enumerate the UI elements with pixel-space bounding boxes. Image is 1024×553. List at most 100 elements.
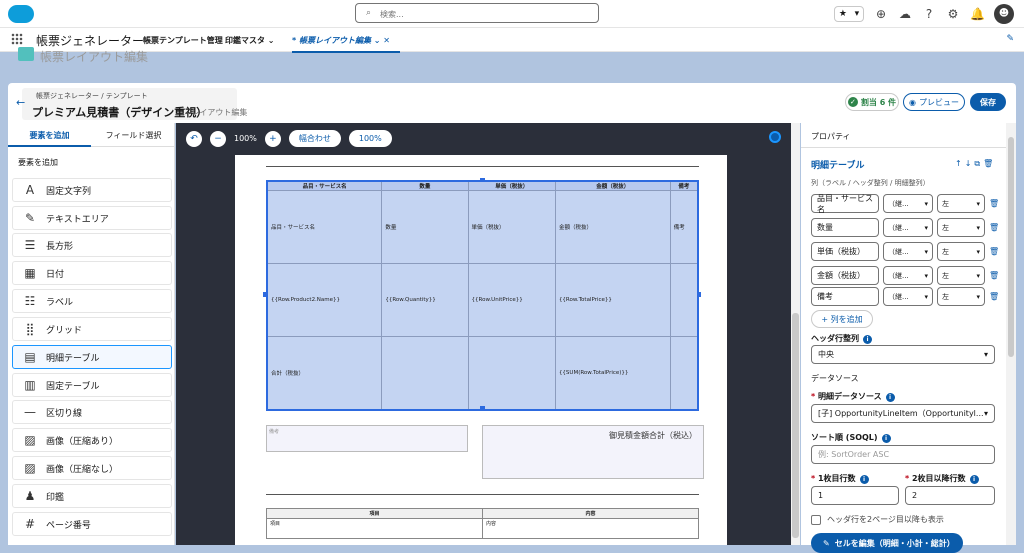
chevron-down-icon[interactable]: ⌄ bbox=[374, 36, 381, 45]
detail-table[interactable]: 品目・サービス名 数量 単価（税抜） 金額（税抜） 備考 品目・サービス名 数量… bbox=[266, 180, 699, 411]
table-cell[interactable]: 数量 bbox=[381, 190, 469, 264]
table-header-cell[interactable]: 内容 bbox=[482, 508, 699, 519]
header-align-select[interactable]: （継... ▾ bbox=[883, 194, 933, 213]
reset-zoom-button[interactable]: 100% bbox=[348, 130, 392, 147]
table-cell[interactable] bbox=[467, 336, 556, 410]
help-icon[interactable]: ? bbox=[922, 7, 936, 21]
cloud-icon[interactable]: ☁ bbox=[898, 7, 912, 21]
fit-width-button[interactable]: 幅合わせ bbox=[288, 130, 341, 147]
properties-scrollbar[interactable] bbox=[1006, 123, 1016, 545]
palette-item-image-raw[interactable]: ▨ 画像（圧縮なし） bbox=[12, 456, 172, 480]
zoom-in-icon[interactable]: + bbox=[264, 130, 281, 147]
table-header-cell[interactable]: 項目 bbox=[266, 508, 483, 519]
resize-handle[interactable] bbox=[697, 292, 701, 297]
table-cell[interactable]: 合計（税抜） bbox=[266, 336, 383, 410]
info-icon[interactable]: i bbox=[885, 393, 895, 402]
table-cell[interactable]: {{Row.Product2.Name}} bbox=[266, 263, 383, 337]
trash-icon[interactable]: 🗑 bbox=[989, 199, 999, 208]
palette-item-fixed-text[interactable]: A 固定文字列 bbox=[12, 178, 172, 202]
table-header-cell[interactable]: 単価（税抜） bbox=[467, 180, 556, 191]
detail-datasource-select[interactable]: [子] OpportunityLineItem（Opportunityl... ▾ bbox=[811, 404, 995, 423]
table-cell[interactable]: 品目・サービス名 bbox=[266, 190, 383, 264]
table-cell[interactable]: 金額（税抜） bbox=[554, 190, 671, 264]
column-label-input[interactable]: 単価（税抜） bbox=[811, 242, 879, 261]
palette-item-grid[interactable]: ⣿ グリッド bbox=[12, 317, 172, 341]
remarks-box[interactable]: 備考 bbox=[266, 425, 468, 452]
palette-item-label-el[interactable]: ☷ ラベル bbox=[12, 289, 172, 313]
trash-icon[interactable]: 🗑 bbox=[989, 223, 999, 232]
palette-item-page-number[interactable]: # ページ番号 bbox=[12, 512, 172, 536]
repeat-header-checkbox[interactable]: ヘッダ行を2ページ目以降も表示 bbox=[811, 514, 944, 525]
canvas-scrollbar[interactable] bbox=[791, 123, 800, 545]
trash-icon[interactable]: 🗑 bbox=[989, 247, 999, 256]
body-align-select[interactable]: 左 ▾ bbox=[937, 218, 985, 237]
edit-nav-icon[interactable]: ✎ bbox=[1006, 34, 1014, 44]
section-actions[interactable]: ↑↓⧉🗑 bbox=[955, 159, 996, 169]
table-cell[interactable]: 単価（税抜） bbox=[467, 190, 556, 264]
back-arrow-icon[interactable]: ← bbox=[16, 96, 25, 109]
table-header-cell[interactable]: 品目・サービス名 bbox=[266, 180, 383, 191]
palette-item-image-compressed[interactable]: ▨ 画像（圧縮あり） bbox=[12, 428, 172, 452]
gear-icon[interactable]: ⚙ bbox=[946, 7, 960, 21]
table-cell[interactable]: 備考 bbox=[669, 190, 699, 264]
resize-handle[interactable] bbox=[263, 292, 267, 297]
header-align-select[interactable]: （継... ▾ bbox=[883, 218, 933, 237]
info-icon[interactable]: i bbox=[859, 475, 869, 484]
table-cell[interactable] bbox=[669, 263, 699, 337]
table-cell[interactable]: {{Row.Quantity}} bbox=[381, 263, 469, 337]
scrollbar-thumb[interactable] bbox=[1008, 137, 1014, 357]
column-label-input[interactable]: 備考 bbox=[811, 287, 879, 306]
info-icon[interactable]: i bbox=[881, 434, 891, 443]
app-launcher-icon[interactable] bbox=[11, 33, 23, 45]
zoom-out-icon[interactable]: − bbox=[210, 130, 226, 147]
table-cell[interactable]: 項目 bbox=[266, 518, 483, 539]
bell-icon[interactable]: 🔔 bbox=[970, 7, 985, 21]
palette-item-fixed-table[interactable]: ▥ 固定テーブル bbox=[12, 373, 172, 397]
header-align-select[interactable]: （継... ▾ bbox=[883, 287, 933, 306]
palette-item-detail-table[interactable]: ▤ 明細テーブル bbox=[12, 345, 172, 369]
rows-next-pages-input[interactable]: 2 bbox=[905, 486, 995, 505]
avatar[interactable]: ☻ bbox=[994, 4, 1014, 24]
palette-item-date[interactable]: ▦ 日付 bbox=[12, 261, 172, 285]
breadcrumb[interactable]: 帳票ジェネレーター / テンプレート bbox=[36, 91, 148, 101]
palette-item-textarea[interactable]: ✎ テキストエリア bbox=[12, 206, 172, 230]
header-align-select[interactable]: 中央 ▾ bbox=[811, 345, 995, 364]
divider-line[interactable] bbox=[266, 166, 699, 167]
header-align-select[interactable]: （継... ▾ bbox=[883, 266, 933, 285]
total-amount-box[interactable]: 御見積金額合計（税込） bbox=[482, 425, 704, 479]
undo-icon[interactable]: ↶ bbox=[186, 130, 202, 147]
assignment-badge[interactable]: ✓ 割当 6 件 bbox=[845, 93, 899, 111]
close-icon[interactable]: ✕ bbox=[383, 36, 390, 45]
column-label-input[interactable]: 金額（税抜） bbox=[811, 266, 879, 285]
chevron-down-icon[interactable]: ⌄ bbox=[268, 36, 275, 45]
preview-button[interactable]: ◉ プレビュー bbox=[903, 93, 965, 111]
trash-icon[interactable]: 🗑 bbox=[989, 271, 999, 280]
tab-template-management[interactable]: 帳票テンプレート管理 bbox=[143, 35, 223, 46]
table-cell[interactable] bbox=[669, 336, 699, 410]
rows-first-page-input[interactable]: 1 bbox=[811, 486, 899, 505]
table-cell[interactable]: {{Row.TotalPrice}} bbox=[554, 263, 671, 337]
table-header-cell[interactable]: 数量 bbox=[381, 180, 469, 191]
table-header-cell[interactable]: 備考 bbox=[669, 180, 699, 191]
info-icon[interactable]: i bbox=[863, 335, 872, 344]
tab-field-select[interactable]: フィールド選択 bbox=[92, 130, 175, 141]
fixed-table[interactable]: 項目 内容 項目 内容 bbox=[266, 508, 699, 539]
body-align-select[interactable]: 左 ▾ bbox=[937, 287, 985, 306]
resize-handle[interactable] bbox=[480, 178, 485, 182]
divider-line[interactable] bbox=[266, 494, 699, 495]
info-icon[interactable]: i bbox=[969, 475, 979, 484]
table-cell[interactable]: {{SUM(Row.TotalPrice)}} bbox=[554, 336, 671, 410]
table-cell[interactable]: {{Row.UnitPrice}} bbox=[467, 263, 556, 337]
plus-icon[interactable]: ⊕ bbox=[874, 7, 888, 21]
table-header-cell[interactable]: 金額（税抜） bbox=[554, 180, 671, 191]
column-label-input[interactable]: 数量 bbox=[811, 218, 879, 237]
save-button[interactable]: 保存 bbox=[970, 93, 1006, 111]
palette-item-rectangle[interactable]: ☰ 長方形 bbox=[12, 233, 172, 257]
canvas-settings-icon[interactable] bbox=[769, 131, 781, 143]
salesforce-logo-icon[interactable] bbox=[8, 5, 34, 23]
palette-item-seal[interactable]: ♟ 印鑑 bbox=[12, 484, 172, 508]
favorites-button[interactable]: ★ ▾ bbox=[834, 6, 864, 22]
checkbox[interactable] bbox=[811, 514, 821, 525]
edit-cells-button[interactable]: ✎ セルを編集（明細・小計・総計） bbox=[811, 533, 963, 553]
trash-icon[interactable]: 🗑 bbox=[989, 292, 999, 301]
